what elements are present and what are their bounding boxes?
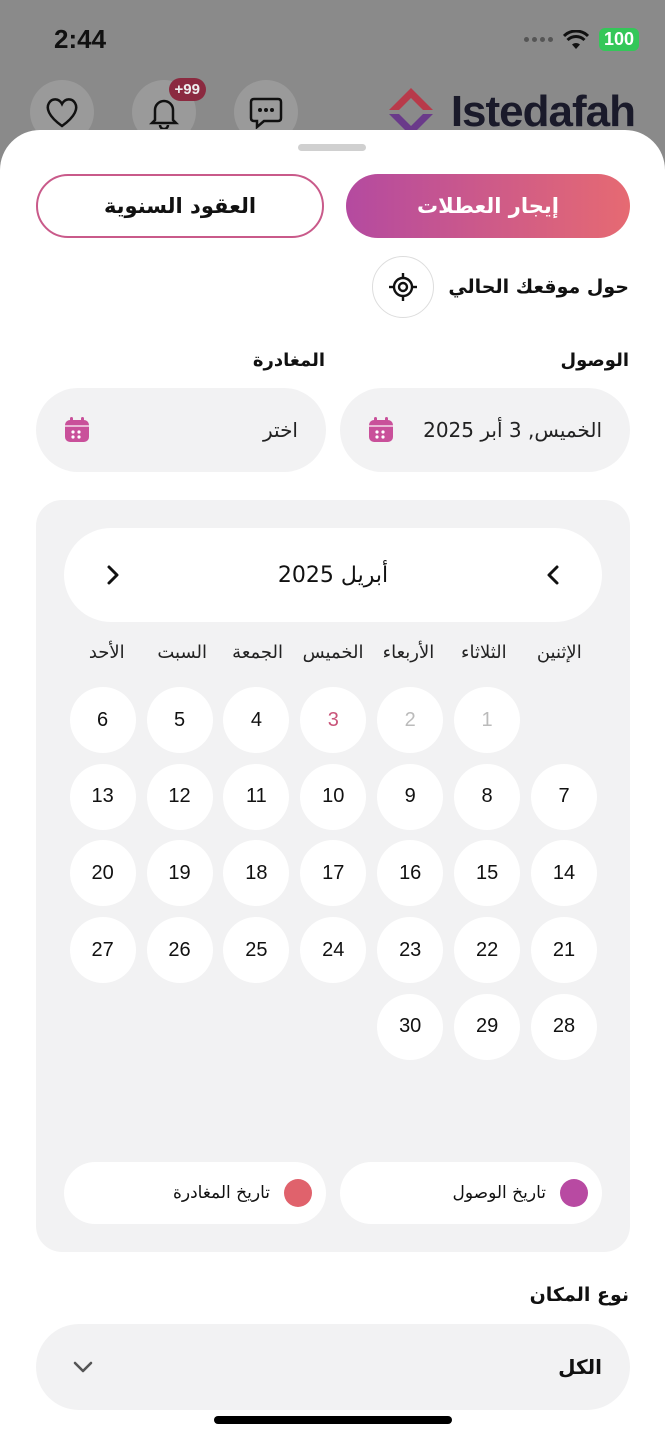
chat-icon [249,97,283,129]
near-me-label: حول موقعك الحالي [448,276,629,298]
heart-icon [46,98,78,128]
calendar-day[interactable]: 30 [377,993,444,1060]
calendar-day[interactable]: 6 [69,687,136,753]
weekday-label: الجمعة [232,642,284,663]
arrival-date-field[interactable]: الخميس, 3 أبر 2025 [340,388,630,472]
calendar-day[interactable]: 9 [377,763,444,830]
calendar-day[interactable]: 20 [69,840,136,907]
calendar-day[interactable]: 2 [377,687,444,753]
place-type-label: نوع المكان [529,1284,629,1306]
weekday-label: الأربعاء [382,642,435,663]
calendar-day[interactable]: 15 [454,840,521,907]
calendar-day[interactable]: 25 [223,917,290,984]
battery-indicator: 100 [598,28,639,51]
legend-departure: تاريخ المغادرة [64,1162,326,1224]
calendar-day[interactable]: 14 [531,840,597,907]
calendar-day[interactable]: 23 [377,917,444,984]
calendar-day[interactable]: 27 [69,917,136,984]
place-type-value: الكل [558,1355,602,1379]
calendar-day[interactable]: 13 [69,763,136,830]
calendar-day[interactable]: 4 [223,687,290,753]
weekday-label: الإثنين [536,642,582,663]
locate-button[interactable] [372,256,435,318]
weekday-label: السبت [157,642,207,663]
calendar-day[interactable]: 29 [454,993,521,1060]
weekday-label: الأحد [88,642,125,663]
next-month-button[interactable] [102,564,124,586]
place-type-select[interactable]: الكل [36,1324,630,1410]
calendar-day[interactable]: 3 [300,687,367,753]
bell-icon [149,99,179,129]
month-title: أبريل 2025 [277,562,389,588]
search-sheet: إيجار العطلات العقود السنوية حول موقعك ا… [0,130,665,1440]
target-icon [389,273,418,301]
calendar-day[interactable]: 18 [223,840,290,907]
calendar-day[interactable]: 12 [146,763,213,830]
departure-dot-icon [284,1179,312,1207]
signal-icon [523,37,553,42]
calendar-day[interactable]: 28 [531,993,597,1060]
calendar-day[interactable]: 17 [300,840,367,907]
calendar-day[interactable]: 10 [300,763,367,830]
legend-arrival: تاريخ الوصول [340,1162,602,1224]
wifi-icon [562,29,589,49]
calendar-day[interactable]: 16 [377,840,444,907]
departure-date-value: اختر [263,418,298,442]
calendar-day[interactable]: 24 [300,917,367,984]
calendar-day[interactable]: 1 [454,687,521,753]
status-bar: 2:44 100 [0,0,665,80]
notification-badge: +99 [168,78,206,101]
legend-departure-label: تاريخ المغادرة [172,1183,270,1203]
arrival-date-value: الخميس, 3 أبر 2025 [423,418,602,442]
sheet-grabber[interactable] [298,144,366,151]
home-indicator [214,1416,452,1424]
status-time: 2:44 [54,24,107,54]
previous-month-button[interactable] [542,564,564,586]
departure-date-field[interactable]: اختر [36,388,326,472]
status-indicators: 100 [523,28,639,51]
weekday-label: الخميس [302,642,364,663]
calendar-day[interactable]: 26 [146,917,213,984]
calendar-day[interactable]: 7 [531,763,597,830]
weekday-label: الثلاثاء [461,642,507,663]
calendar-day[interactable]: 21 [531,917,597,984]
arrival-label: الوصول [560,350,629,371]
rental-type-tabs: إيجار العطلات العقود السنوية [36,174,630,238]
legend-arrival-label: تاريخ الوصول [452,1183,546,1203]
calendar-day[interactable]: 22 [454,917,521,984]
tab-annual-contracts[interactable]: العقود السنوية [36,174,324,238]
chevron-down-icon [73,1361,93,1373]
departure-label: المغادرة [252,350,325,371]
calendar-day[interactable]: 11 [223,763,290,830]
calendar-icon [369,417,393,442]
tab-vacation-rentals[interactable]: إيجار العطلات [346,174,630,238]
calendar-day[interactable]: 8 [454,763,521,830]
near-me-row[interactable]: حول موقعك الحالي [372,256,629,318]
calendar-day[interactable]: 5 [146,687,213,753]
calendar-day[interactable]: 19 [146,840,213,907]
arrival-dot-icon [560,1179,588,1207]
month-navigator: أبريل 2025 [64,528,602,622]
calendar-icon [65,417,89,442]
weekday-header: الإثنين الثلاثاء الأربعاء الخميس الجمعة السبت… [69,642,597,672]
date-picker-calendar: أبريل 2025 الإثنين الثلاثاء الأربعاء الخميس… [36,500,630,1252]
